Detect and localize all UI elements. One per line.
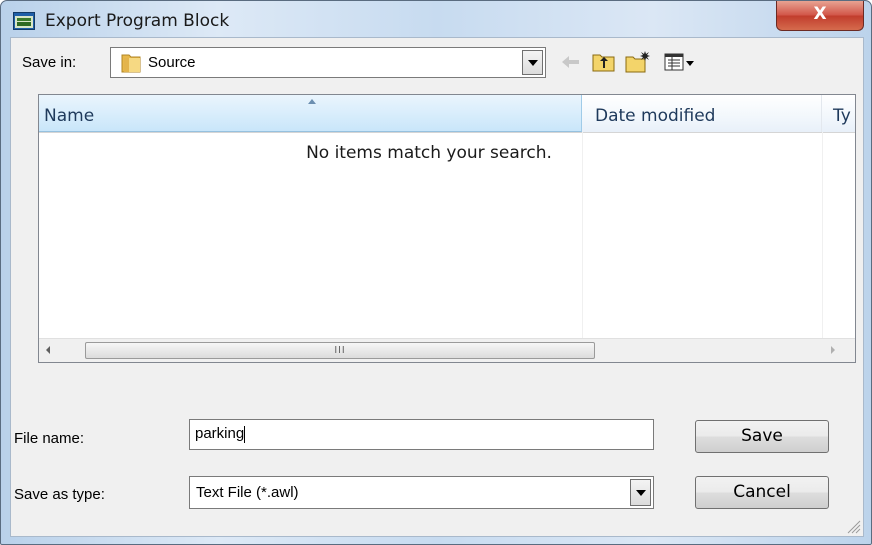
column-name-label: Name [44,106,95,126]
save-as-type-dropdown[interactable]: Text File (*.awl) [189,476,654,509]
empty-message: No items match your search. [306,143,552,163]
scroll-right-icon[interactable] [831,346,835,354]
save-button[interactable]: Save [695,420,829,453]
save-as-type-value: Text File (*.awl) [196,484,299,501]
column-date-label: Date modified [595,106,716,126]
column-header-date-modified[interactable]: Date modified [582,95,822,132]
save-in-label: Save in: [22,54,77,71]
sort-ascending-icon [308,99,316,104]
resize-grip-icon[interactable] [843,516,861,534]
program-block-icon [13,12,35,30]
new-folder-icon[interactable] [624,50,652,74]
column-header-row: Name Date modified Ty [39,95,855,133]
export-program-block-dialog: Export Program Block X Save in: Source N… [0,0,872,545]
save-in-value: Source [148,54,196,71]
window-title: Export Program Block [45,11,230,31]
column-header-type[interactable]: Ty [822,95,855,132]
view-menu-icon[interactable] [663,50,697,74]
file-list[interactable]: Name Date modified Ty No items match you… [38,94,856,363]
text-cursor [244,425,246,443]
cancel-button[interactable]: Cancel [695,476,829,509]
save-in-dropdown[interactable]: Source [110,47,546,78]
folder-icon [121,54,141,73]
title-bar[interactable]: Export Program Block X [1,1,871,37]
chevron-down-icon[interactable] [522,50,543,75]
scrollbar-thumb[interactable]: III [85,342,595,359]
chevron-down-icon[interactable] [630,479,651,506]
column-header-name[interactable]: Name [39,95,582,132]
up-folder-icon[interactable] [591,50,617,74]
scroll-left-icon[interactable] [46,346,50,354]
column-type-label: Ty [833,106,851,126]
save-as-type-label: Save as type: [14,486,105,503]
dialog-body: Save in: Source Name Date modified Ty No… [10,37,864,537]
file-name-value: parking [195,425,245,442]
back-arrow-icon[interactable] [558,50,584,74]
file-name-label: File name: [14,430,85,447]
column-divider [582,132,583,362]
close-button[interactable]: X [776,1,864,31]
file-name-input[interactable]: parking [189,419,654,450]
column-divider [822,132,823,362]
horizontal-scrollbar[interactable]: III [39,338,855,362]
